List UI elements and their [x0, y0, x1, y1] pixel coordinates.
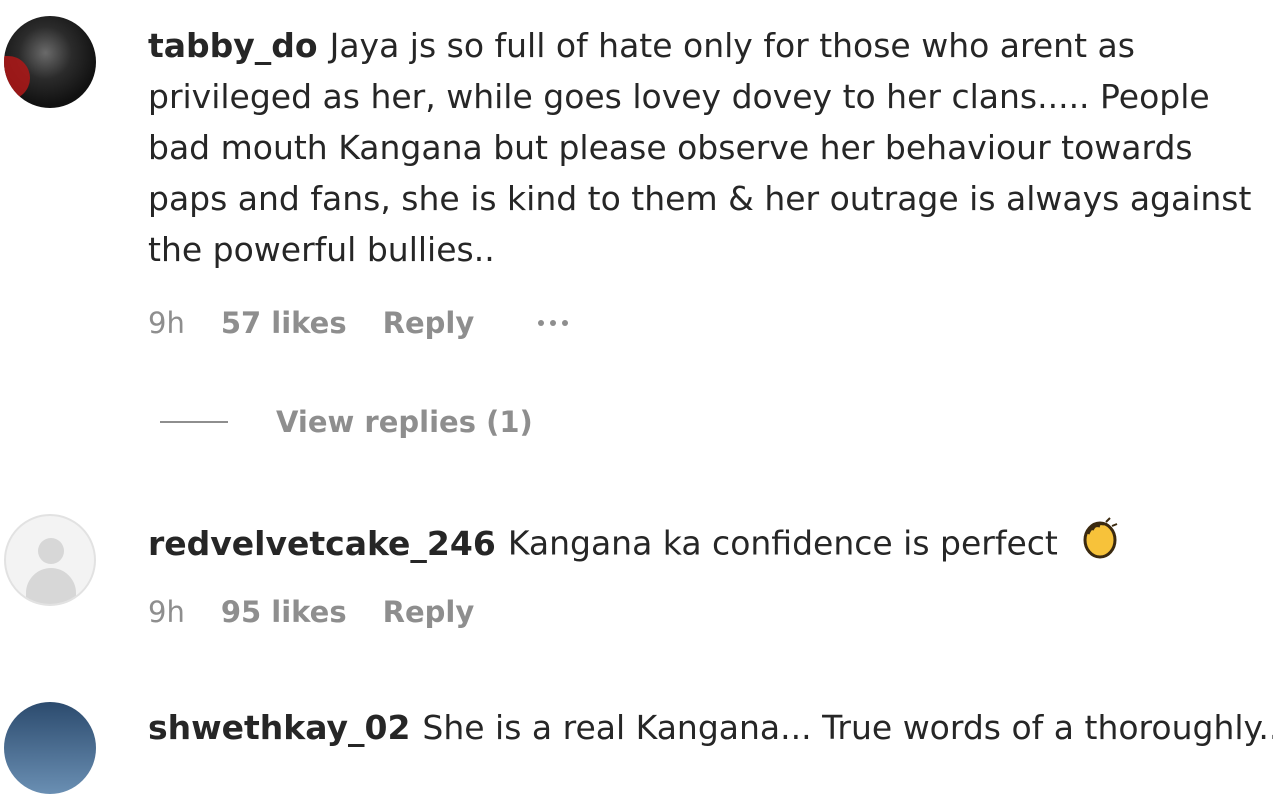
reply-button[interactable]: Reply — [383, 306, 475, 340]
divider-line — [160, 421, 228, 423]
more-options-icon[interactable] — [538, 320, 569, 326]
comment-meta: 9h 95 likes Reply — [148, 592, 510, 632]
comment-body: She is a real Kangana... True words of a… — [422, 708, 1273, 747]
comment-text-block: shwethkay_02 She is a real Kangana... Tru… — [148, 702, 1273, 753]
clapping-hands-icon — [1076, 516, 1120, 574]
comment-username[interactable]: redvelvetcake_246 — [148, 524, 496, 563]
avatar[interactable] — [4, 702, 96, 794]
comment-time[interactable]: 9h — [148, 306, 185, 340]
comment-body: Kangana ka confidence is perfect — [507, 523, 1058, 563]
comment-text-block: tabby_do Jaya js so full of hate only for… — [148, 20, 1273, 275]
avatar[interactable] — [4, 16, 96, 108]
comment-likes[interactable]: 57 likes — [221, 306, 347, 340]
comment-text-block: redvelvetcake_246 Kangana ka confidence i… — [148, 516, 1273, 574]
avatar-placeholder-head — [38, 538, 64, 564]
comment-likes[interactable]: 95 likes — [221, 595, 347, 629]
reply-button[interactable]: Reply — [383, 595, 475, 629]
avatar-placeholder-body — [26, 568, 76, 604]
comment-time[interactable]: 9h — [148, 595, 185, 629]
comment-meta: 9h 57 likes Reply — [148, 303, 569, 343]
avatar[interactable] — [4, 514, 96, 606]
view-replies-button[interactable]: View replies (1) — [160, 405, 533, 439]
comment-username[interactable]: tabby_do — [148, 26, 318, 65]
comment-username[interactable]: shwethkay_02 — [148, 708, 410, 747]
view-replies-label: View replies (1) — [276, 405, 533, 439]
